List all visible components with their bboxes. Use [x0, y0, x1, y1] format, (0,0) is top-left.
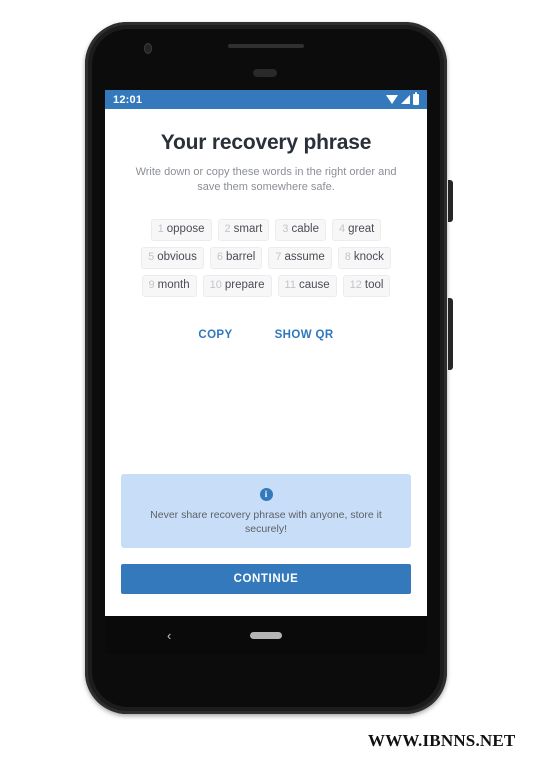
- recovery-word-chip: 11 cause: [277, 275, 337, 297]
- recovery-word-text: knock: [353, 251, 384, 263]
- recovery-word-index: 3: [282, 223, 289, 235]
- page-title: Your recovery phrase: [160, 131, 372, 154]
- recovery-word-chip: 8 knock: [337, 247, 391, 269]
- recovery-word-chip: 3 cable: [275, 219, 326, 241]
- wifi-icon: [386, 95, 398, 104]
- recovery-word-text: oppose: [166, 223, 205, 235]
- recovery-word-index: 9: [148, 279, 155, 291]
- recovery-word-text: smart: [233, 223, 263, 235]
- continue-button[interactable]: CONTINUE: [121, 564, 411, 594]
- status-clock: 12:01: [113, 93, 143, 106]
- phone-screen: 12:01 Your recovery phrase Write down or…: [105, 90, 427, 616]
- back-icon[interactable]: ‹: [167, 629, 171, 642]
- page-subtitle: Write down or copy these words in the ri…: [135, 166, 397, 193]
- recovery-word-chip: 4 great: [332, 219, 382, 241]
- recovery-word-index: 2: [224, 223, 231, 235]
- proximity-sensor: [253, 69, 277, 77]
- info-icon: i: [259, 488, 273, 501]
- recovery-word-chip: 2 smart: [217, 219, 270, 241]
- recovery-word-text: barrel: [225, 251, 256, 263]
- home-indicator[interactable]: [250, 631, 282, 639]
- recovery-word-text: assume: [284, 251, 325, 263]
- recovery-word-index: 11: [284, 279, 296, 291]
- recovery-word-text: cause: [298, 279, 330, 291]
- recovery-word-chip: 12 tool: [342, 275, 391, 297]
- recovery-word-index: 1: [157, 223, 164, 235]
- security-notice-banner: i Never share recovery phrase with anyon…: [121, 474, 411, 548]
- screenshot-canvas: 12:01 Your recovery phrase Write down or…: [0, 0, 533, 768]
- recovery-word-index: 12: [349, 279, 362, 291]
- recovery-word-text: obvious: [157, 251, 197, 263]
- android-nav-bar: ‹: [105, 616, 427, 654]
- recovery-word-index: 7: [275, 251, 282, 263]
- recovery-word-text: month: [157, 279, 190, 291]
- signal-icon: [401, 95, 410, 104]
- status-bar: 12:01: [105, 90, 427, 109]
- recovery-word-chip: 1 oppose: [150, 219, 212, 241]
- recovery-word-chip: 7 assume: [268, 247, 332, 269]
- recovery-word-index: 4: [339, 223, 346, 235]
- recovery-word-chip: 9 month: [141, 275, 197, 297]
- recovery-word-chip: 6 barrel: [209, 247, 263, 269]
- recovery-word-index: 5: [148, 251, 155, 263]
- copy-button[interactable]: COPY: [192, 325, 238, 345]
- recovery-word-text: great: [348, 223, 375, 235]
- watermark: WWW.IBNNS.NET: [368, 731, 516, 750]
- earpiece-speaker: [228, 44, 304, 48]
- recovery-word-chip: 10 prepare: [202, 275, 272, 297]
- recovery-word-chip: 5 obvious: [141, 247, 204, 269]
- recovery-word-text: cable: [291, 223, 320, 235]
- recovery-word-index: 10: [209, 279, 222, 291]
- recovery-word-text: tool: [364, 279, 384, 291]
- show-qr-button[interactable]: SHOW QR: [269, 325, 340, 345]
- power-button[interactable]: [448, 180, 453, 222]
- security-notice-text: Never share recovery phrase with anyone,…: [150, 509, 382, 535]
- volume-button[interactable]: [448, 298, 453, 370]
- recovery-word-index: 8: [344, 251, 351, 263]
- front-camera-icon: [144, 43, 152, 54]
- app-content: Your recovery phrase Write down or copy …: [105, 109, 427, 616]
- battery-icon: [413, 92, 419, 105]
- recovery-phrase-list: 1 oppose 2 smart 3 cable 4 great 5 obvious 6 barrel…: [121, 219, 411, 297]
- recovery-word-index: 6: [216, 251, 223, 263]
- recovery-word-text: prepare: [224, 279, 265, 291]
- action-row: COPY SHOW QR: [121, 325, 411, 345]
- status-icons: [386, 92, 419, 105]
